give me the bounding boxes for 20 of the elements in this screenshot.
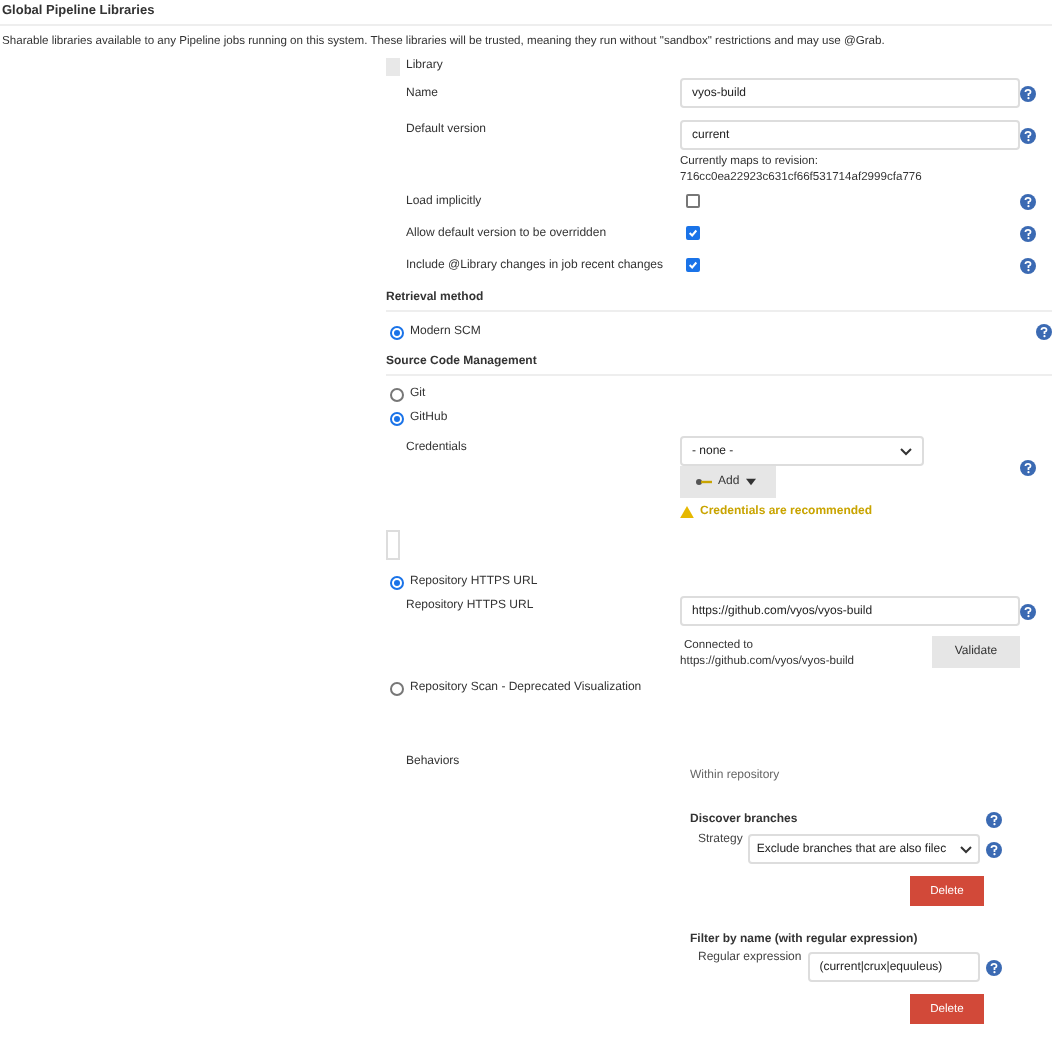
chevron-icon (900, 447, 912, 455)
checkbox[interactable] (686, 226, 700, 240)
drag-handle[interactable] (386, 530, 400, 560)
help-icon[interactable] (1020, 258, 1036, 274)
help-icon[interactable] (1020, 85, 1036, 101)
help-icon[interactable] (986, 812, 1002, 828)
checkbox[interactable] (686, 258, 700, 272)
chevron-icon (960, 845, 972, 853)
help-icon[interactable] (986, 841, 1002, 857)
checkbox[interactable] (686, 193, 700, 207)
help-icon[interactable] (1036, 324, 1052, 340)
key-icon (696, 478, 712, 486)
help-icon[interactable] (1020, 128, 1036, 144)
caret-icon (745, 478, 756, 486)
help-icon[interactable] (1020, 460, 1036, 476)
help-icon[interactable] (986, 959, 1002, 975)
help-icon[interactable] (1020, 226, 1036, 242)
warning-icon (680, 506, 694, 518)
help-icon[interactable] (1020, 194, 1036, 210)
help-icon[interactable] (1020, 604, 1036, 620)
